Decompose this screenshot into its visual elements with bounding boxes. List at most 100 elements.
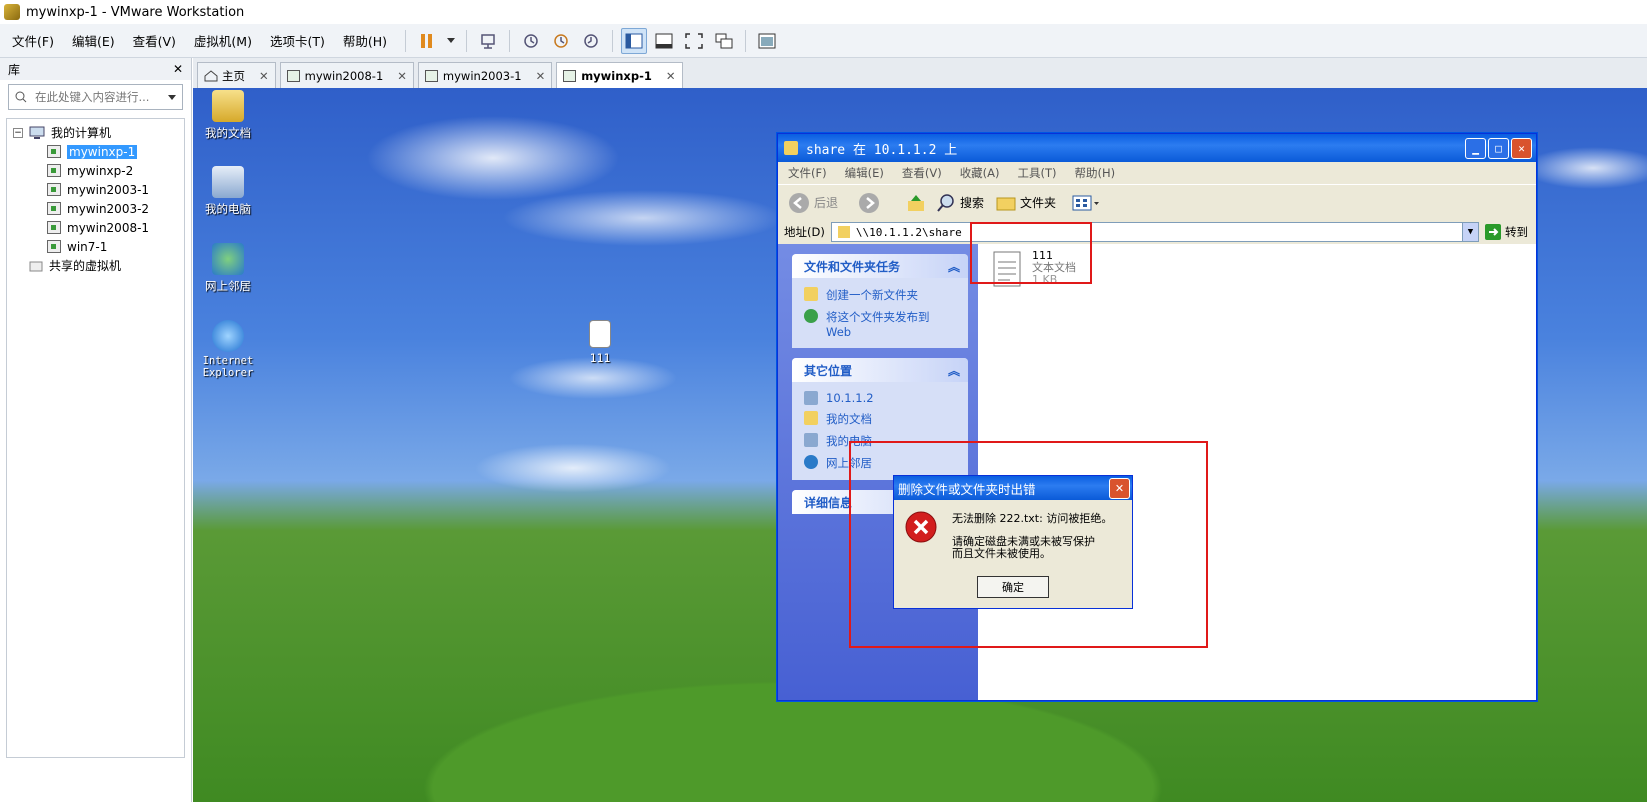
network-icon: [804, 455, 818, 469]
close-icon[interactable]: ✕: [536, 69, 546, 83]
tab-mywin2008-1[interactable]: mywin2008-1 ✕: [279, 62, 414, 88]
menu-view[interactable]: 查看(V): [127, 31, 182, 50]
fullscreen-icon[interactable]: [681, 28, 707, 54]
place-10-1-1-2[interactable]: 10.1.1.2: [792, 388, 968, 408]
panel-header[interactable]: 文件和文件夹任务 ︽: [792, 254, 968, 278]
tab-mywin2003-1[interactable]: mywin2003-1 ✕: [417, 62, 553, 88]
search-label[interactable]: 搜索: [960, 194, 984, 211]
desktop-icon-label: 网上邻居: [205, 279, 251, 293]
vm-tab-icon: [286, 69, 300, 82]
collapse-icon[interactable]: ︽: [948, 362, 960, 379]
tree-vm-win7-1[interactable]: win7-1: [13, 237, 178, 256]
ex-menu-file[interactable]: 文件(F): [788, 165, 827, 181]
views-icon[interactable]: [1072, 194, 1100, 212]
menu-vm[interactable]: 虚拟机(M): [188, 31, 258, 50]
menu-edit[interactable]: 编辑(E): [66, 31, 121, 50]
desktop-icon-ie[interactable]: Internet Explorer: [193, 320, 263, 379]
desktop-icon-label: 我的电脑: [205, 202, 251, 216]
revert-snapshot-icon[interactable]: [548, 28, 574, 54]
up-folder-icon[interactable]: [906, 193, 926, 213]
ex-menu-tools[interactable]: 工具(T): [1018, 165, 1057, 181]
explorer-title: share 在 10.1.1.2 上: [806, 142, 958, 158]
library-header: 库 ✕: [0, 58, 191, 80]
close-button[interactable]: ✕: [1511, 137, 1532, 159]
file-tasks-panel: 文件和文件夹任务 ︽ 创建一个新文件夹 将这个文件夹发布到 Web: [792, 254, 968, 348]
address-input[interactable]: \\10.1.1.2\share ▼: [830, 222, 1479, 242]
close-icon[interactable]: ✕: [666, 69, 676, 83]
network-icon: [212, 243, 244, 275]
go-button[interactable]: 转到: [1505, 224, 1528, 240]
go-arrow-icon[interactable]: [1485, 224, 1501, 240]
share-folder-icon: [837, 226, 850, 238]
library-search-input[interactable]: 在此处键入内容进行...: [8, 84, 183, 110]
snapshot-icon[interactable]: [518, 28, 544, 54]
send-ctrl-alt-del-icon[interactable]: [475, 28, 501, 54]
ex-menu-favorites[interactable]: 收藏(A): [960, 165, 1000, 181]
error-detail: 请确定磁盘未满或未被写保护 而且文件未被使用。: [952, 535, 1095, 560]
toolbar-separator: [466, 29, 468, 52]
close-icon[interactable]: ✕: [259, 69, 269, 83]
tree-vm-mywin2003-1[interactable]: mywin2003-1: [13, 180, 178, 199]
thumbnail-bar-icon[interactable]: [651, 28, 677, 54]
desktop-icon-my-documents[interactable]: 我的文档: [193, 90, 263, 141]
back-arrow-icon[interactable]: [788, 192, 810, 214]
error-icon: [905, 511, 937, 543]
task-publish-web[interactable]: 将这个文件夹发布到 Web: [792, 306, 968, 342]
toolbar-separator: [405, 29, 407, 52]
vm-running-icon: [47, 164, 61, 177]
close-icon[interactable]: ✕: [397, 69, 407, 83]
tree-vm-label: mywin2003-1: [67, 182, 150, 197]
menu-file[interactable]: 文件(F): [6, 31, 60, 50]
minimize-button[interactable]: ▁: [1465, 137, 1486, 159]
tree-shared-vms[interactable]: 共享的虚拟机: [13, 256, 178, 275]
address-value: \\10.1.1.2\share: [855, 225, 962, 239]
collapse-icon[interactable]: −: [13, 127, 23, 138]
unity-icon[interactable]: [711, 28, 737, 54]
tab-label: mywin2008-1: [304, 68, 384, 83]
vm-running-icon: [47, 183, 61, 196]
desktop-icon-network[interactable]: 网上邻居: [193, 243, 263, 294]
folders-label[interactable]: 文件夹: [1020, 194, 1056, 211]
collapse-icon[interactable]: ︽: [948, 258, 960, 275]
back-label[interactable]: 后退: [814, 194, 838, 211]
chevron-down-icon[interactable]: ▼: [1462, 223, 1478, 241]
ok-button[interactable]: 确定: [977, 576, 1049, 598]
place-my-documents[interactable]: 我的文档: [792, 408, 968, 430]
tree-vm-mywinxp-2[interactable]: mywinxp-2: [13, 161, 178, 180]
menubar: 文件(F) 编辑(E) 查看(V) 虚拟机(M) 选项卡(T) 帮助(H): [0, 24, 1647, 58]
close-button[interactable]: ✕: [1109, 477, 1130, 499]
panel-header[interactable]: 其它位置 ︽: [792, 358, 968, 382]
maximize-button[interactable]: □: [1488, 137, 1509, 159]
ex-menu-view[interactable]: 查看(V): [902, 165, 942, 181]
tree-vm-mywin2003-2[interactable]: mywin2003-2: [13, 199, 178, 218]
folder-icon: [212, 90, 244, 122]
vm-tab-icon: [424, 69, 438, 82]
chevron-down-icon[interactable]: [168, 94, 176, 100]
internet-explorer-icon: [212, 320, 244, 352]
ex-menu-edit[interactable]: 编辑(E): [845, 165, 884, 181]
forward-arrow-icon[interactable]: [858, 192, 880, 214]
menu-tabs[interactable]: 选项卡(T): [264, 31, 331, 50]
folders-icon[interactable]: [996, 194, 1016, 212]
search-icon[interactable]: [936, 193, 956, 213]
share-folder-icon: [784, 141, 798, 155]
tree-root-label: 我的计算机: [51, 126, 112, 140]
snapshot-manager-icon[interactable]: [578, 28, 604, 54]
chevron-down-icon[interactable]: [444, 28, 458, 54]
menu-help[interactable]: 帮助(H): [337, 31, 393, 50]
pause-icon[interactable]: [414, 28, 440, 54]
library-search-placeholder: 在此处键入内容进行...: [35, 90, 150, 104]
tab-home[interactable]: 主页 ✕: [197, 62, 276, 88]
console-view-icon[interactable]: [754, 28, 780, 54]
desktop-icon-my-computer[interactable]: 我的电脑: [193, 166, 263, 217]
desktop-icon-111[interactable]: 111: [565, 320, 635, 365]
tab-mywinxp-1[interactable]: mywinxp-1 ✕: [556, 62, 683, 88]
ex-menu-help[interactable]: 帮助(H): [1075, 165, 1116, 181]
tree-vm-mywin2008-1[interactable]: mywin2008-1: [13, 218, 178, 237]
library-title: 库: [8, 62, 21, 77]
show-library-icon[interactable]: [621, 27, 648, 54]
tree-vm-mywinxp-1[interactable]: mywinxp-1: [13, 142, 178, 161]
tree-root-my-computer[interactable]: − 我的计算机: [13, 123, 178, 142]
close-icon[interactable]: ✕: [173, 62, 183, 76]
task-new-folder[interactable]: 创建一个新文件夹: [792, 284, 968, 306]
